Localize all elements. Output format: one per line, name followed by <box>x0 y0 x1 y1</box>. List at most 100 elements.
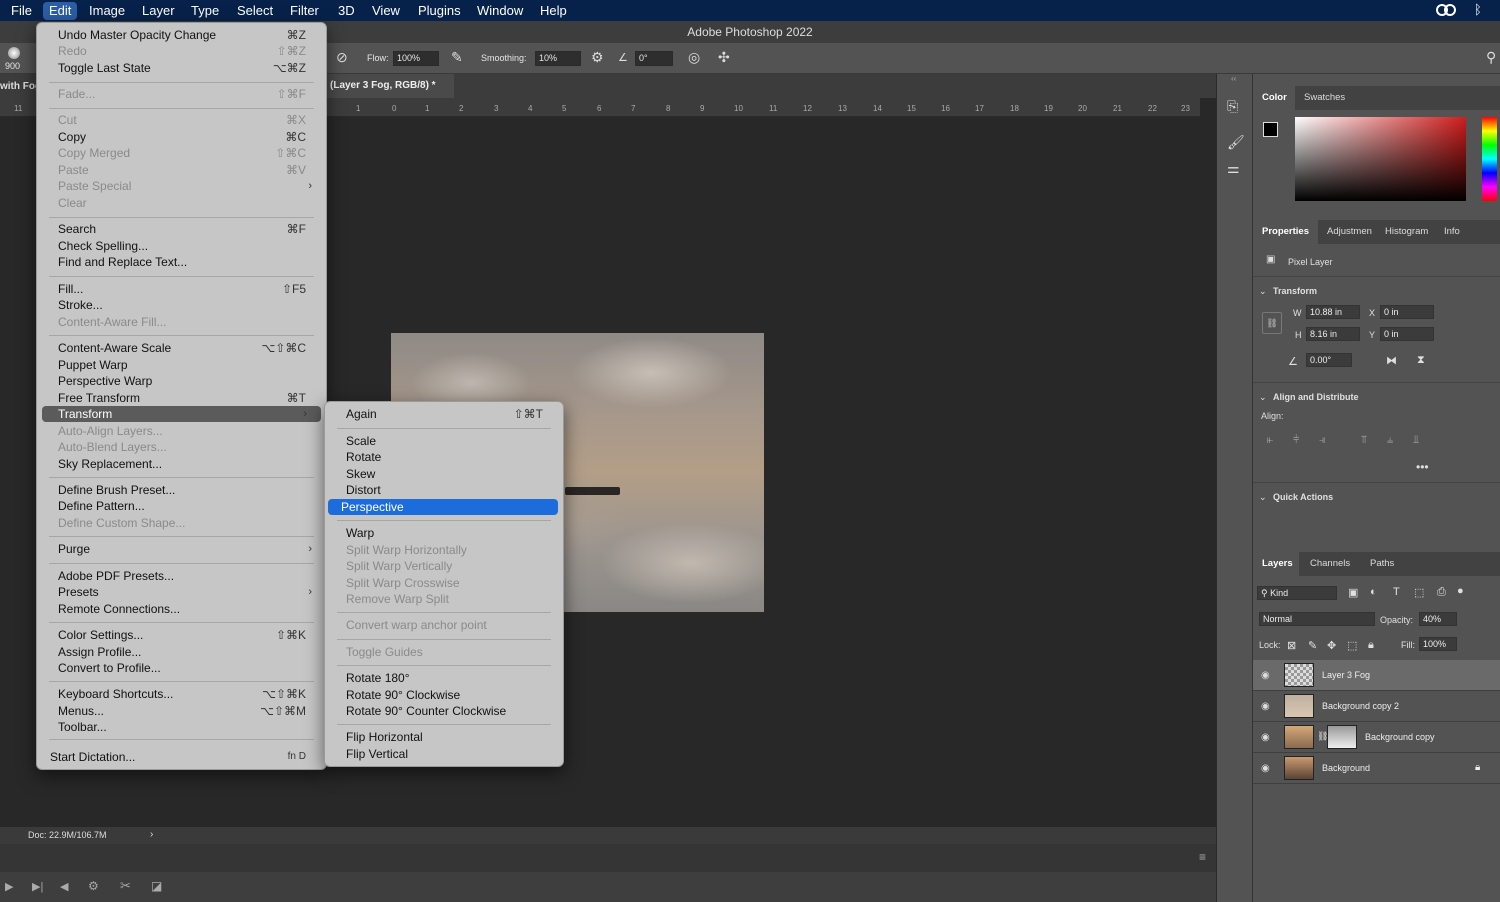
menu-item-toolbar[interactable]: Toolbar... <box>37 719 326 735</box>
tab-properties[interactable]: Properties <box>1262 221 1309 243</box>
menu-item-toggle-last-state[interactable]: Toggle Last State ⌥⌘Z <box>37 60 326 76</box>
menu-item-transform[interactable]: Transform › <box>42 406 321 422</box>
adjust-sliders-icon[interactable]: ⚌ <box>1227 160 1240 177</box>
doc-tab-active[interactable]: (Layer 3 Fog, RGB/8) * <box>322 74 454 98</box>
timeline-menu-icon[interactable]: ≡ <box>1199 850 1206 864</box>
menu-item-adobe-pdf-presets[interactable]: Adobe PDF Presets... <box>37 568 326 584</box>
filter-smart-icon[interactable]: ⎙ <box>1437 586 1446 599</box>
menu-item-check-spelling[interactable]: Check Spelling... <box>37 238 326 254</box>
align-bottom-icon[interactable]: ⫫ <box>1413 434 1419 447</box>
transform-section-title[interactable]: Transform <box>1273 286 1317 296</box>
brush-preview-icon[interactable] <box>8 47 20 59</box>
tab-paths[interactable]: Paths <box>1370 553 1394 575</box>
lock-transparency-icon[interactable]: ⊠ <box>1287 639 1296 652</box>
play-icon[interactable]: ▶ <box>5 880 13 893</box>
collapse-icon[interactable]: ‹‹ <box>1231 74 1236 83</box>
quick-actions-title[interactable]: Quick Actions <box>1273 492 1333 502</box>
layer-kind-filter[interactable]: ⚲ Kind <box>1257 586 1337 600</box>
pressure-icon[interactable]: ◎ <box>688 49 700 66</box>
menu-image[interactable]: Image <box>89 2 125 20</box>
height-field[interactable]: 8.16 in <box>1306 327 1360 341</box>
flip-vertical-icon[interactable]: ⧗ <box>1417 354 1425 367</box>
airbrush-icon[interactable]: ⊘ <box>336 49 348 66</box>
rotation-field[interactable]: 0.00° <box>1306 353 1352 367</box>
menu-item-find-and-replace-text[interactable]: Find and Replace Text... <box>37 254 326 270</box>
menu-item-scale[interactable]: Scale <box>325 433 563 449</box>
doc-tab-previous[interactable]: with Fog <box>0 81 41 92</box>
menu-item-stroke[interactable]: Stroke... <box>37 297 326 313</box>
search-icon[interactable]: ⚲ <box>1486 49 1496 66</box>
quick-actions-chevron-icon[interactable]: ⌄ <box>1259 492 1267 503</box>
foreground-color-swatch[interactable] <box>1263 122 1278 137</box>
menu-filter[interactable]: Filter <box>290 2 319 20</box>
menu-layer[interactable]: Layer <box>142 2 175 20</box>
filter-type-icon[interactable]: T <box>1393 586 1400 598</box>
blend-mode-select[interactable]: Normal <box>1259 612 1375 626</box>
menu-plugins[interactable]: Plugins <box>418 2 461 20</box>
align-top-icon[interactable]: ⫪ <box>1361 434 1367 447</box>
menu-item-perspective-warp[interactable]: Perspective Warp <box>37 373 326 389</box>
layer-row-bgcopy[interactable]: ◉ ⛓ Background copy <box>1253 722 1500 753</box>
transition-icon[interactable]: ◪ <box>151 879 162 893</box>
symmetry-icon[interactable]: ✣ <box>718 49 730 66</box>
menu-item-convert-to-profile[interactable]: Convert to Profile... <box>37 660 326 676</box>
lock-move-icon[interactable]: ✥ <box>1327 639 1336 652</box>
tab-layers[interactable]: Layers <box>1262 553 1293 575</box>
x-field[interactable]: 0 in <box>1380 305 1434 319</box>
menu-item-puppet-warp[interactable]: Puppet Warp <box>37 357 326 373</box>
creative-cloud-icon[interactable] <box>1436 3 1456 17</box>
menu-item-purge[interactable]: Purge › <box>37 541 326 557</box>
status-chevron-icon[interactable]: › <box>150 829 153 840</box>
more-icon[interactable]: ••• <box>1416 460 1429 474</box>
eye-icon[interactable]: ◉ <box>1261 763 1270 774</box>
menu-item-rotate-90-counter-clockwise[interactable]: Rotate 90° Counter Clockwise <box>325 703 563 719</box>
align-hcenter-icon[interactable]: ⫩ <box>1293 434 1299 447</box>
menu-item-again[interactable]: Again ⇧⌘T <box>325 406 563 422</box>
tab-channels[interactable]: Channels <box>1310 553 1350 575</box>
menu-item-rotate[interactable]: Rotate <box>325 449 563 465</box>
menu-window[interactable]: Window <box>477 2 523 20</box>
menu-item-menus[interactable]: Menus... ⌥⇧⌘M <box>37 703 326 719</box>
eye-icon[interactable]: ◉ <box>1261 670 1270 681</box>
link-icon[interactable]: ⛓ <box>1262 312 1282 334</box>
hue-slider[interactable] <box>1482 117 1497 201</box>
menu-item-sky-replacement[interactable]: Sky Replacement... <box>37 456 326 472</box>
menu-item-content-aware-scale[interactable]: Content-Aware Scale ⌥⇧⌘C <box>37 340 326 356</box>
flow-field[interactable]: 100% <box>393 51 439 66</box>
filter-adjustment-icon[interactable]: ◐ <box>1370 586 1377 598</box>
y-field[interactable]: 0 in <box>1380 327 1434 341</box>
audio-icon[interactable]: ◀ <box>60 880 68 893</box>
align-vcenter-icon[interactable]: ⫨ <box>1387 434 1393 447</box>
menu-item-color-settings[interactable]: Color Settings... ⇧⌘K <box>37 627 326 643</box>
menu-item-flip-horizontal[interactable]: Flip Horizontal <box>325 729 563 745</box>
scissors-icon[interactable]: ✂ <box>120 878 131 894</box>
align-right-icon[interactable]: ⫣ <box>1319 434 1326 447</box>
menu-type[interactable]: Type <box>191 2 219 20</box>
lock-brush-icon[interactable]: ✎ <box>1308 639 1317 652</box>
menu-item-free-transform[interactable]: Free Transform ⌘T <box>37 390 326 406</box>
opacity-field[interactable]: 40% <box>1419 612 1457 626</box>
menu-item-copy[interactable]: Copy ⌘C <box>37 129 326 145</box>
menu-item-search[interactable]: Search ⌘F <box>37 221 326 237</box>
align-section-title[interactable]: Align and Distribute <box>1273 392 1359 402</box>
align-chevron-icon[interactable]: ⌄ <box>1259 392 1267 403</box>
menu-item-keyboard-shortcuts[interactable]: Keyboard Shortcuts... ⌥⇧⌘K <box>37 686 326 702</box>
menu-item-start-dictation[interactable]: Start Dictation... fn D <box>37 749 326 765</box>
color-picker-field[interactable] <box>1295 117 1466 201</box>
fill-field[interactable]: 100% <box>1419 637 1457 651</box>
menu-item-remote-connections[interactable]: Remote Connections... <box>37 601 326 617</box>
tab-info[interactable]: Info <box>1444 221 1460 243</box>
layer-mask-thumbnail[interactable] <box>1327 725 1357 749</box>
align-left-icon[interactable]: ⫦ <box>1267 434 1273 447</box>
eye-icon[interactable]: ◉ <box>1261 701 1270 712</box>
menu-view[interactable]: View <box>372 2 400 20</box>
menu-item-undo-master-opacity-change[interactable]: Undo Master Opacity Change ⌘Z <box>37 27 326 43</box>
transform-chevron-icon[interactable]: ⌄ <box>1259 286 1267 297</box>
flow-airbrush-icon[interactable]: ✎ <box>451 49 463 66</box>
menu-item-distort[interactable]: Distort <box>325 482 563 498</box>
brush-settings-icon[interactable]: 🖌 <box>1227 134 1245 151</box>
menu-item-flip-vertical[interactable]: Flip Vertical <box>325 746 563 762</box>
menu-item-rotate-180[interactable]: Rotate 180° <box>325 670 563 686</box>
menu-item-assign-profile[interactable]: Assign Profile... <box>37 644 326 660</box>
menu-item-skew[interactable]: Skew <box>325 466 563 482</box>
